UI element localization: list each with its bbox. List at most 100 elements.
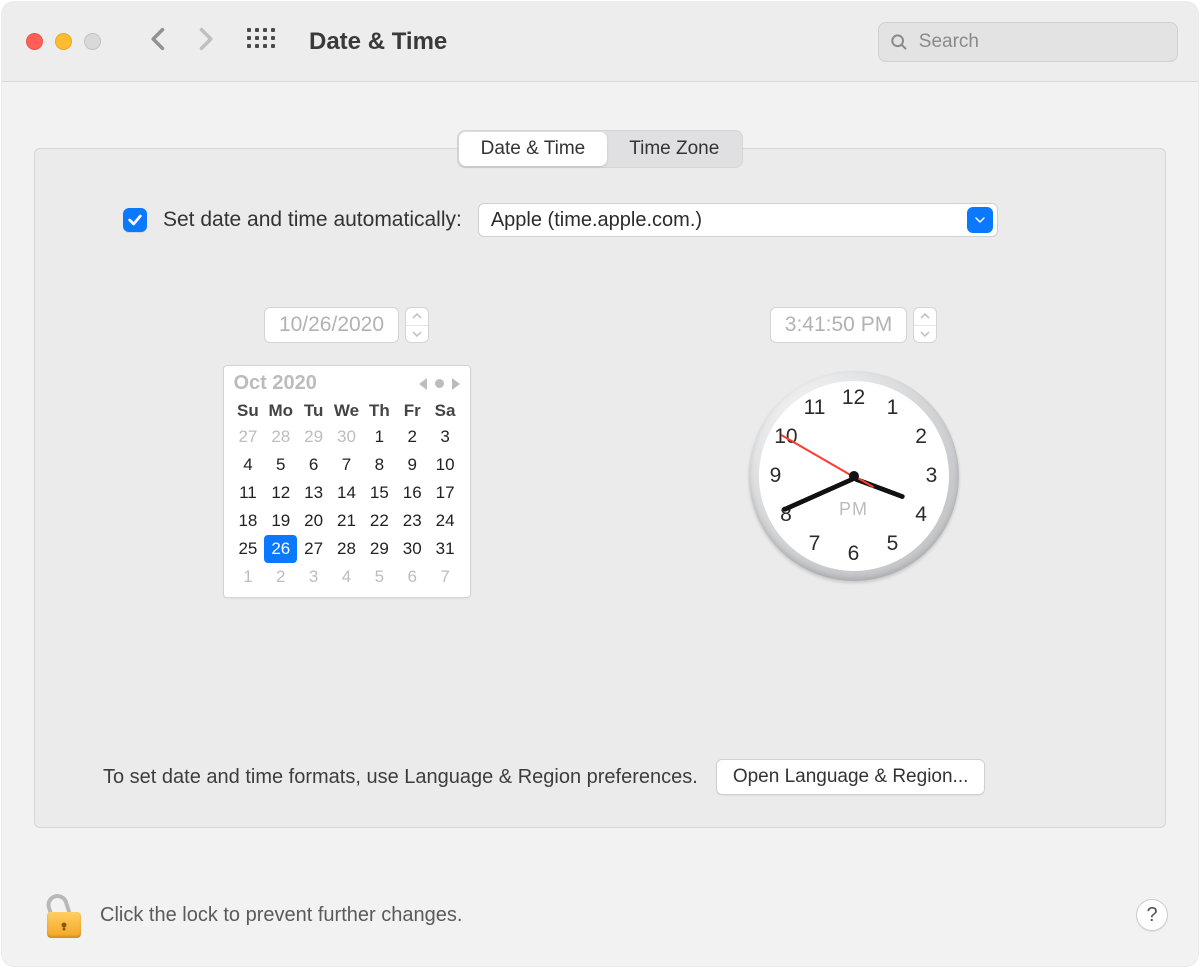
window-controls bbox=[26, 33, 101, 50]
format-hint: To set date and time formats, use Langua… bbox=[103, 766, 698, 789]
calendar-day[interactable]: 4 bbox=[330, 563, 363, 591]
time-field: 3:41:50 PM bbox=[770, 307, 937, 343]
footer: Click the lock to prevent further change… bbox=[2, 892, 1198, 966]
analog-clock: PM 121234567891011 bbox=[749, 371, 959, 581]
search-field[interactable] bbox=[878, 22, 1178, 62]
calendar-day[interactable]: 4 bbox=[232, 451, 265, 479]
calendar-day[interactable]: 19 bbox=[264, 507, 297, 535]
calendar-day[interactable]: 2 bbox=[396, 423, 429, 451]
content: Date & Time Time Zone Set date and time … bbox=[2, 82, 1198, 892]
calendar-day-header: Th bbox=[363, 399, 396, 423]
clock-numeral: 1 bbox=[881, 396, 905, 420]
calendar-day[interactable]: 22 bbox=[363, 507, 396, 535]
close-window-button[interactable] bbox=[26, 33, 43, 50]
help-button[interactable]: ? bbox=[1136, 899, 1168, 931]
calendar-day[interactable]: 7 bbox=[330, 451, 363, 479]
time-server-combo[interactable]: Apple (time.apple.com.) bbox=[478, 203, 998, 237]
calendar-day[interactable]: 20 bbox=[297, 507, 330, 535]
calendar-day[interactable]: 13 bbox=[297, 479, 330, 507]
auto-set-checkbox[interactable] bbox=[123, 208, 147, 232]
date-column: 10/26/2020 Oct 2020 bbox=[123, 307, 570, 598]
date-field: 10/26/2020 bbox=[264, 307, 429, 343]
date-stepper[interactable] bbox=[405, 307, 429, 343]
time-stepper[interactable] bbox=[913, 307, 937, 343]
calendar-day[interactable]: 30 bbox=[396, 535, 429, 563]
calendar-day[interactable]: 17 bbox=[429, 479, 462, 507]
calendar-day[interactable]: 24 bbox=[429, 507, 462, 535]
back-button[interactable] bbox=[145, 25, 173, 58]
calendar-nav bbox=[419, 378, 460, 390]
calendar-day[interactable]: 18 bbox=[232, 507, 265, 535]
calendar-day[interactable]: 5 bbox=[264, 451, 297, 479]
lock-icon[interactable] bbox=[46, 892, 82, 938]
calendar-day[interactable]: 26 bbox=[264, 535, 297, 563]
calendar[interactable]: Oct 2020 SuMoTuWeThFrSa27282930123456789… bbox=[223, 365, 471, 598]
calendar-day[interactable]: 3 bbox=[429, 423, 462, 451]
calendar-day[interactable]: 14 bbox=[330, 479, 363, 507]
tab-time-zone[interactable]: Time Zone bbox=[607, 132, 741, 166]
calendar-day[interactable]: 7 bbox=[429, 563, 462, 591]
time-value[interactable]: 3:41:50 PM bbox=[770, 307, 907, 343]
calendar-day[interactable]: 10 bbox=[429, 451, 462, 479]
nav-arrows bbox=[145, 25, 219, 58]
calendar-day[interactable]: 6 bbox=[297, 451, 330, 479]
calendar-day[interactable]: 29 bbox=[297, 423, 330, 451]
time-server-value: Apple (time.apple.com.) bbox=[491, 209, 967, 232]
calendar-day[interactable]: 27 bbox=[232, 423, 265, 451]
search-input[interactable] bbox=[917, 30, 1167, 54]
chevron-down-icon bbox=[967, 207, 993, 233]
clock-numeral: 7 bbox=[803, 532, 827, 556]
page-title: Date & Time bbox=[309, 28, 447, 56]
auto-set-label: Set date and time automatically: bbox=[163, 208, 462, 232]
calendar-day[interactable]: 27 bbox=[297, 535, 330, 563]
calendar-day[interactable]: 31 bbox=[429, 535, 462, 563]
calendar-day[interactable]: 3 bbox=[297, 563, 330, 591]
calendar-day[interactable]: 1 bbox=[363, 423, 396, 451]
help-label: ? bbox=[1146, 904, 1157, 927]
calendar-day[interactable]: 23 bbox=[396, 507, 429, 535]
calendar-day[interactable]: 16 bbox=[396, 479, 429, 507]
clock-numeral: 2 bbox=[909, 425, 933, 449]
minimize-window-button[interactable] bbox=[55, 33, 72, 50]
clock-period: PM bbox=[839, 499, 868, 520]
calendar-today-icon[interactable] bbox=[435, 379, 444, 388]
calendar-day[interactable]: 28 bbox=[330, 535, 363, 563]
clock-numeral: 12 bbox=[842, 386, 866, 410]
stepper-up-icon bbox=[406, 308, 428, 326]
time-column: 3:41:50 PM PM 121234567891011 bbox=[630, 307, 1077, 598]
calendar-day[interactable]: 8 bbox=[363, 451, 396, 479]
calendar-day[interactable]: 21 bbox=[330, 507, 363, 535]
stepper-down-icon bbox=[914, 326, 936, 343]
toolbar: Date & Time bbox=[2, 2, 1198, 82]
show-all-icon[interactable] bbox=[247, 28, 275, 56]
date-value[interactable]: 10/26/2020 bbox=[264, 307, 399, 343]
calendar-day[interactable]: 29 bbox=[363, 535, 396, 563]
calendar-day-header: Su bbox=[232, 399, 265, 423]
calendar-day-header: Tu bbox=[297, 399, 330, 423]
calendar-day[interactable]: 11 bbox=[232, 479, 265, 507]
forward-button[interactable] bbox=[191, 25, 219, 58]
calendar-next-icon[interactable] bbox=[452, 378, 460, 390]
calendar-day[interactable]: 6 bbox=[396, 563, 429, 591]
calendar-day[interactable]: 2 bbox=[264, 563, 297, 591]
calendar-day[interactable]: 30 bbox=[330, 423, 363, 451]
calendar-day[interactable]: 25 bbox=[232, 535, 265, 563]
clock-numeral: 9 bbox=[764, 464, 788, 488]
stepper-up-icon bbox=[914, 308, 936, 326]
tab-bar: Date & Time Time Zone bbox=[457, 130, 744, 168]
calendar-day[interactable]: 9 bbox=[396, 451, 429, 479]
zoom-window-button[interactable] bbox=[84, 33, 101, 50]
calendar-day[interactable]: 1 bbox=[232, 563, 265, 591]
open-language-region-button[interactable]: Open Language & Region... bbox=[716, 759, 986, 795]
tab-date-time[interactable]: Date & Time bbox=[459, 132, 608, 166]
calendar-day[interactable]: 15 bbox=[363, 479, 396, 507]
calendar-prev-icon[interactable] bbox=[419, 378, 427, 390]
date-time-columns: 10/26/2020 Oct 2020 bbox=[123, 307, 1077, 598]
calendar-day[interactable]: 12 bbox=[264, 479, 297, 507]
auto-set-row: Set date and time automatically: Apple (… bbox=[123, 203, 1077, 237]
calendar-day[interactable]: 28 bbox=[264, 423, 297, 451]
stepper-down-icon bbox=[406, 326, 428, 343]
calendar-day-header: Fr bbox=[396, 399, 429, 423]
clock-numeral: 6 bbox=[842, 542, 866, 566]
calendar-day[interactable]: 5 bbox=[363, 563, 396, 591]
